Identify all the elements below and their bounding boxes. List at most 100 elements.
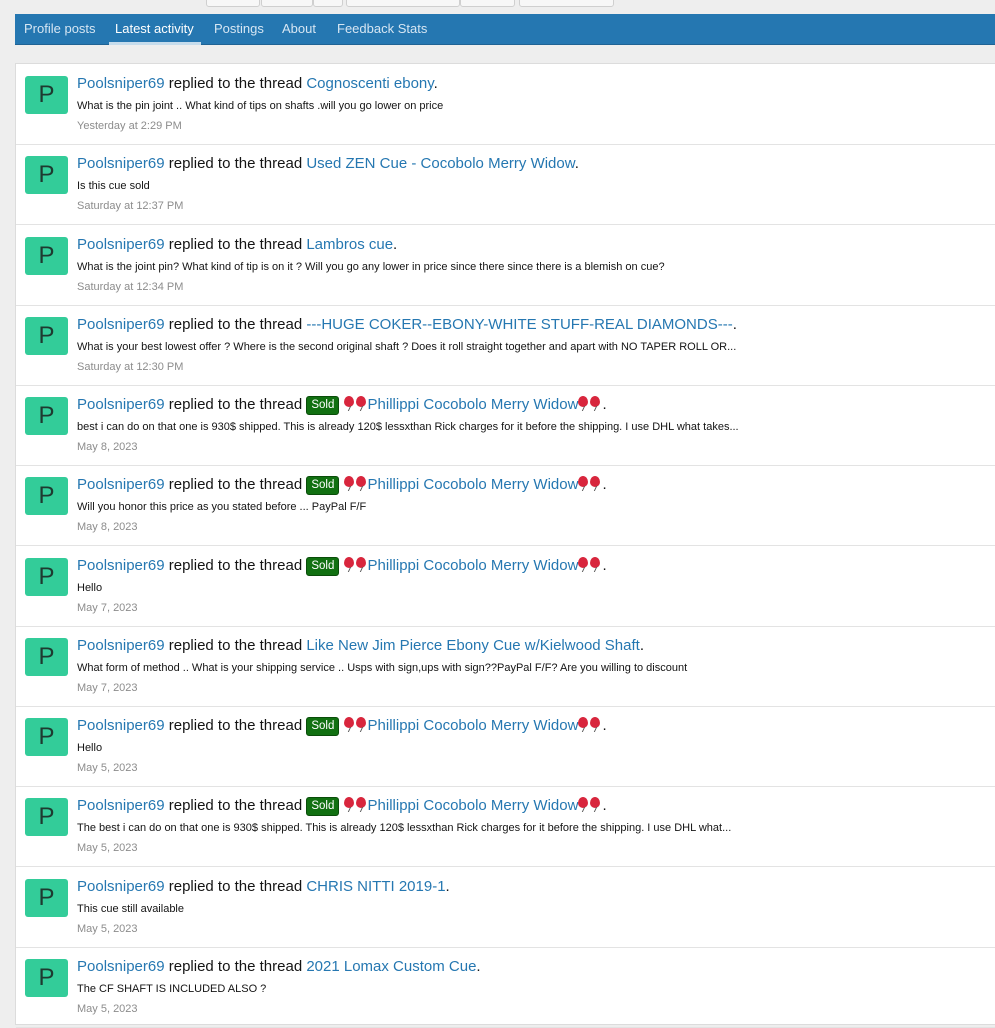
thread-link[interactable]: Cognoscenti ebony bbox=[306, 75, 433, 92]
headline-period: . bbox=[732, 315, 737, 333]
activity-headline: Poolsniper69 replied to the thread Sold … bbox=[77, 717, 607, 736]
thread-link[interactable]: Phillippi Cocobolo Merry Widow bbox=[343, 556, 603, 574]
post-snippet: Hello bbox=[77, 581, 103, 594]
balloon-icon bbox=[578, 396, 589, 411]
thread-link[interactable]: CHRIS NITTI 2019-1 bbox=[306, 878, 445, 895]
partial-button-2[interactable] bbox=[261, 0, 313, 7]
partial-button-4[interactable] bbox=[346, 0, 460, 7]
headline-period: . bbox=[602, 476, 607, 494]
balloon-icon bbox=[343, 797, 355, 812]
partial-button-5[interactable] bbox=[460, 0, 515, 7]
user-link[interactable]: Poolsniper69 bbox=[77, 717, 165, 734]
avatar[interactable]: P bbox=[25, 718, 68, 756]
partial-button-3[interactable] bbox=[313, 0, 343, 7]
action-text: replied to the thread bbox=[164, 476, 307, 494]
thread-title[interactable]: CHRIS NITTI 2019-1 bbox=[306, 878, 445, 895]
thread-title[interactable]: ---HUGE COKER--EBONY-WHITE STUFF-REAL DI… bbox=[306, 316, 732, 333]
avatar[interactable]: P bbox=[25, 76, 68, 114]
thread-link[interactable]: Lambros cue bbox=[306, 236, 393, 253]
tab-postings[interactable]: Postings bbox=[214, 14, 264, 44]
action-text: replied to the thread bbox=[164, 396, 307, 413]
tab-feedback-stats[interactable]: Feedback Stats bbox=[337, 14, 427, 44]
activity-headline: Poolsniper69 replied to the thread Like … bbox=[77, 637, 644, 654]
thread-title[interactable]: Phillippi Cocobolo Merry Widow bbox=[368, 476, 579, 493]
activity-item: P Poolsniper69 replied to the thread Used… bbox=[16, 144, 995, 226]
timestamp[interactable]: May 5, 2023 bbox=[77, 923, 138, 935]
timestamp[interactable]: May 5, 2023 bbox=[77, 842, 138, 854]
post-snippet: The best i can do on that one is 930$ sh… bbox=[77, 822, 732, 835]
timestamp[interactable]: May 7, 2023 bbox=[77, 682, 138, 694]
partial-button-1[interactable] bbox=[206, 0, 260, 7]
avatar[interactable]: P bbox=[25, 477, 68, 516]
user-link[interactable]: Poolsniper69 bbox=[77, 476, 165, 493]
thread-link[interactable]: Phillippi Cocobolo Merry Widow bbox=[343, 797, 603, 814]
sold-badge: Sold bbox=[306, 476, 340, 496]
thread-title[interactable]: Phillippi Cocobolo Merry Widow bbox=[368, 396, 579, 413]
action-text: replied to the thread bbox=[164, 636, 307, 654]
thread-title[interactable]: 2021 Lomax Custom Cue bbox=[306, 958, 476, 975]
timestamp[interactable]: Saturday at 12:34 PM bbox=[77, 281, 183, 293]
thread-title[interactable]: Lambros cue bbox=[306, 236, 393, 253]
timestamp[interactable]: Saturday at 12:30 PM bbox=[77, 361, 183, 373]
user-link[interactable]: Poolsniper69 bbox=[77, 316, 165, 333]
sold-badge: Sold bbox=[306, 797, 340, 817]
user-link[interactable]: Poolsniper69 bbox=[77, 75, 165, 92]
thread-link[interactable]: Phillippi Cocobolo Merry Widow bbox=[343, 717, 603, 734]
balloon-icon bbox=[355, 556, 367, 572]
user-link[interactable]: Poolsniper69 bbox=[77, 236, 165, 253]
thread-link[interactable]: Used ZEN Cue - Cocobolo Merry Widow bbox=[306, 155, 574, 172]
avatar[interactable]: P bbox=[25, 798, 68, 837]
thread-link[interactable]: Phillippi Cocobolo Merry Widow bbox=[343, 476, 603, 493]
post-snippet: Is this cue sold bbox=[77, 180, 150, 193]
activity-feed: P Poolsniper69 replied to the thread Cogn… bbox=[15, 63, 995, 1028]
user-link[interactable]: Poolsniper69 bbox=[77, 396, 165, 413]
avatar[interactable]: P bbox=[25, 958, 68, 997]
thread-link[interactable]: ---HUGE COKER--EBONY-WHITE STUFF-REAL DI… bbox=[306, 316, 732, 333]
user-link[interactable]: Poolsniper69 bbox=[77, 557, 165, 574]
thread-link[interactable]: Phillippi Cocobolo Merry Widow bbox=[343, 396, 603, 413]
timestamp[interactable]: May 5, 2023 bbox=[77, 1003, 138, 1015]
thread-title[interactable]: Cognoscenti ebony bbox=[306, 75, 433, 92]
timestamp[interactable]: May 7, 2023 bbox=[77, 602, 138, 614]
action-text: replied to the thread bbox=[164, 75, 307, 92]
user-link[interactable]: Poolsniper69 bbox=[77, 637, 165, 654]
avatar[interactable]: P bbox=[25, 397, 68, 435]
timestamp[interactable]: May 8, 2023 bbox=[77, 441, 138, 453]
action-text: replied to the thread bbox=[164, 315, 307, 333]
thread-link[interactable]: 2021 Lomax Custom Cue bbox=[306, 958, 476, 975]
user-link[interactable]: Poolsniper69 bbox=[77, 878, 165, 895]
timestamp[interactable]: May 5, 2023 bbox=[77, 762, 138, 774]
avatar[interactable]: P bbox=[25, 236, 68, 275]
thread-title[interactable]: Phillippi Cocobolo Merry Widow bbox=[368, 797, 579, 814]
avatar[interactable]: P bbox=[25, 637, 68, 676]
avatar[interactable]: P bbox=[25, 156, 68, 195]
balloon-icon bbox=[590, 396, 601, 411]
tab-latest-activity[interactable]: Latest activity bbox=[109, 14, 201, 45]
thread-link[interactable]: Like New Jim Pierce Ebony Cue w/Kielwood… bbox=[306, 637, 640, 654]
post-snippet: The CF SHAFT IS INCLUDED ALSO ? bbox=[77, 982, 267, 995]
timestamp[interactable]: Yesterday at 2:29 PM bbox=[77, 120, 182, 132]
thread-title[interactable]: Phillippi Cocobolo Merry Widow bbox=[368, 717, 579, 734]
user-link[interactable]: Poolsniper69 bbox=[77, 155, 165, 172]
avatar[interactable]: P bbox=[25, 316, 68, 355]
timestamp[interactable]: May 8, 2023 bbox=[77, 521, 138, 533]
user-link[interactable]: Poolsniper69 bbox=[77, 797, 165, 814]
avatar[interactable]: P bbox=[25, 878, 68, 917]
tab-about[interactable]: About bbox=[282, 14, 316, 44]
thread-title[interactable]: Like New Jim Pierce Ebony Cue w/Kielwood… bbox=[306, 637, 640, 654]
partial-button-6[interactable] bbox=[519, 0, 614, 7]
action-text: replied to the thread bbox=[164, 235, 307, 253]
headline-period: . bbox=[602, 556, 607, 574]
balloon-icon bbox=[355, 396, 367, 411]
tab-profile-posts[interactable]: Profile posts bbox=[24, 14, 96, 44]
thread-title[interactable]: Used ZEN Cue - Cocobolo Merry Widow bbox=[306, 155, 574, 172]
avatar[interactable]: P bbox=[25, 557, 68, 596]
activity-item: P Poolsniper69 replied to the thread Sold… bbox=[16, 465, 995, 547]
timestamp[interactable]: Saturday at 12:37 PM bbox=[77, 200, 183, 212]
action-text: replied to the thread bbox=[164, 717, 307, 734]
balloon-icon bbox=[590, 797, 601, 812]
user-link[interactable]: Poolsniper69 bbox=[77, 958, 165, 975]
activity-item: P Poolsniper69 replied to the thread ---H… bbox=[16, 305, 995, 386]
thread-title[interactable]: Phillippi Cocobolo Merry Widow bbox=[368, 557, 579, 574]
balloon-icon bbox=[355, 717, 367, 732]
